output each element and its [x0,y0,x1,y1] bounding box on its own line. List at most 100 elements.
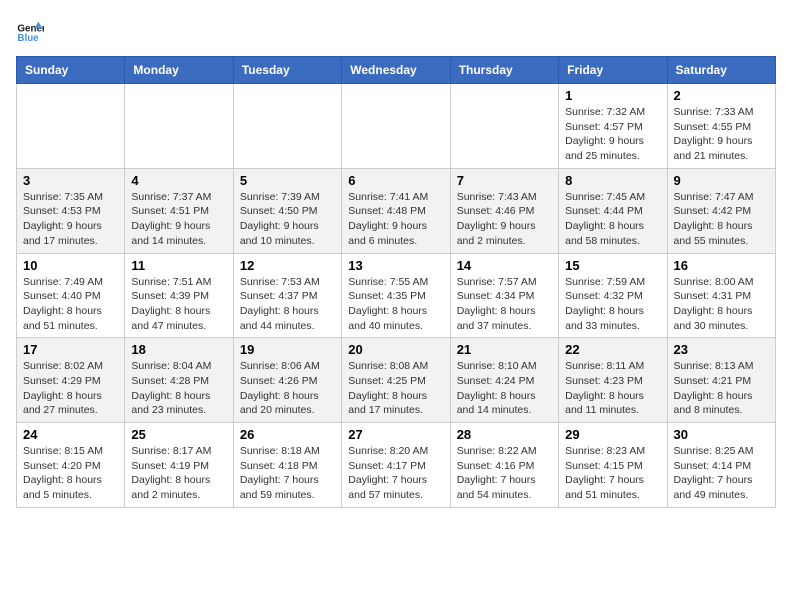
weekday-header-wednesday: Wednesday [342,57,450,84]
calendar-week-1: 1Sunrise: 7:32 AM Sunset: 4:57 PM Daylig… [17,84,776,169]
day-number: 3 [23,173,118,188]
calendar-cell [233,84,341,169]
day-info: Sunrise: 7:51 AM Sunset: 4:39 PM Dayligh… [131,275,226,334]
day-info: Sunrise: 8:02 AM Sunset: 4:29 PM Dayligh… [23,359,118,418]
day-info: Sunrise: 8:15 AM Sunset: 4:20 PM Dayligh… [23,444,118,503]
calendar-cell: 5 Sunrise: 7:39 AM Sunset: 4:50 PM Daylig… [233,168,341,253]
calendar-cell: 2 Sunrise: 7:33 AM Sunset: 4:55 PM Daylig… [667,84,775,169]
weekday-header-tuesday: Tuesday [233,57,341,84]
day-number: 16 [674,258,769,273]
calendar-cell: 19 Sunrise: 8:06 AM Sunset: 4:26 PM Dayli… [233,338,341,423]
calendar-week-2: 3 Sunrise: 7:35 AM Sunset: 4:53 PM Daylig… [17,168,776,253]
day-info: Sunrise: 8:23 AM Sunset: 4:15 PM Dayligh… [565,444,660,503]
day-number: 15 [565,258,660,273]
day-number: 30 [674,427,769,442]
calendar-week-3: 10 Sunrise: 7:49 AM Sunset: 4:40 PM Dayli… [17,253,776,338]
day-info: Sunrise: 8:08 AM Sunset: 4:25 PM Dayligh… [348,359,443,418]
day-info: Sunrise: 7:57 AM Sunset: 4:34 PM Dayligh… [457,275,552,334]
page-header: General Blue [16,16,776,44]
calendar-cell: 16 Sunrise: 8:00 AM Sunset: 4:31 PM Dayli… [667,253,775,338]
calendar-cell: 20 Sunrise: 8:08 AM Sunset: 4:25 PM Dayli… [342,338,450,423]
calendar-week-4: 17Sunrise: 8:02 AM Sunset: 4:29 PM Dayli… [17,338,776,423]
day-info: Sunrise: 8:18 AM Sunset: 4:18 PM Dayligh… [240,444,335,503]
day-info: Sunrise: 8:17 AM Sunset: 4:19 PM Dayligh… [131,444,226,503]
day-number: 2 [674,88,769,103]
weekday-header-friday: Friday [559,57,667,84]
day-number: 11 [131,258,226,273]
calendar-cell [342,84,450,169]
day-number: 7 [457,173,552,188]
day-number: 8 [565,173,660,188]
day-info: Sunrise: 7:33 AM Sunset: 4:55 PM Dayligh… [674,105,769,164]
calendar-cell: 21 Sunrise: 8:10 AM Sunset: 4:24 PM Dayli… [450,338,558,423]
day-number: 13 [348,258,443,273]
calendar-cell: 1Sunrise: 7:32 AM Sunset: 4:57 PM Daylig… [559,84,667,169]
weekday-header-saturday: Saturday [667,57,775,84]
day-info: Sunrise: 7:39 AM Sunset: 4:50 PM Dayligh… [240,190,335,249]
day-info: Sunrise: 8:13 AM Sunset: 4:21 PM Dayligh… [674,359,769,418]
day-info: Sunrise: 7:45 AM Sunset: 4:44 PM Dayligh… [565,190,660,249]
svg-text:Blue: Blue [17,33,39,44]
calendar-cell: 13 Sunrise: 7:55 AM Sunset: 4:35 PM Dayli… [342,253,450,338]
day-number: 23 [674,342,769,357]
calendar-cell: 4 Sunrise: 7:37 AM Sunset: 4:51 PM Daylig… [125,168,233,253]
day-info: Sunrise: 8:00 AM Sunset: 4:31 PM Dayligh… [674,275,769,334]
day-number: 10 [23,258,118,273]
calendar-cell: 22 Sunrise: 8:11 AM Sunset: 4:23 PM Dayli… [559,338,667,423]
calendar-cell [125,84,233,169]
weekday-header-thursday: Thursday [450,57,558,84]
calendar-table: SundayMondayTuesdayWednesdayThursdayFrid… [16,56,776,508]
logo: General Blue [16,16,48,44]
calendar-cell: 25 Sunrise: 8:17 AM Sunset: 4:19 PM Dayli… [125,423,233,508]
day-number: 25 [131,427,226,442]
day-number: 26 [240,427,335,442]
day-info: Sunrise: 8:20 AM Sunset: 4:17 PM Dayligh… [348,444,443,503]
calendar-cell: 10 Sunrise: 7:49 AM Sunset: 4:40 PM Dayli… [17,253,125,338]
day-info: Sunrise: 7:59 AM Sunset: 4:32 PM Dayligh… [565,275,660,334]
day-info: Sunrise: 8:10 AM Sunset: 4:24 PM Dayligh… [457,359,552,418]
calendar-cell: 18 Sunrise: 8:04 AM Sunset: 4:28 PM Dayli… [125,338,233,423]
day-info: Sunrise: 8:06 AM Sunset: 4:26 PM Dayligh… [240,359,335,418]
calendar-cell: 8 Sunrise: 7:45 AM Sunset: 4:44 PM Daylig… [559,168,667,253]
day-number: 19 [240,342,335,357]
calendar-cell: 7 Sunrise: 7:43 AM Sunset: 4:46 PM Daylig… [450,168,558,253]
day-number: 14 [457,258,552,273]
day-number: 6 [348,173,443,188]
calendar-header-row: SundayMondayTuesdayWednesdayThursdayFrid… [17,57,776,84]
day-info: Sunrise: 7:49 AM Sunset: 4:40 PM Dayligh… [23,275,118,334]
calendar-cell: 30 Sunrise: 8:25 AM Sunset: 4:14 PM Dayli… [667,423,775,508]
day-info: Sunrise: 7:47 AM Sunset: 4:42 PM Dayligh… [674,190,769,249]
day-number: 22 [565,342,660,357]
day-number: 12 [240,258,335,273]
weekday-header-monday: Monday [125,57,233,84]
day-info: Sunrise: 8:22 AM Sunset: 4:16 PM Dayligh… [457,444,552,503]
day-number: 24 [23,427,118,442]
day-info: Sunrise: 7:53 AM Sunset: 4:37 PM Dayligh… [240,275,335,334]
calendar-cell: 23 Sunrise: 8:13 AM Sunset: 4:21 PM Dayli… [667,338,775,423]
day-number: 4 [131,173,226,188]
day-number: 28 [457,427,552,442]
day-info: Sunrise: 7:43 AM Sunset: 4:46 PM Dayligh… [457,190,552,249]
day-number: 9 [674,173,769,188]
calendar-week-5: 24 Sunrise: 8:15 AM Sunset: 4:20 PM Dayli… [17,423,776,508]
calendar-cell: 28 Sunrise: 8:22 AM Sunset: 4:16 PM Dayli… [450,423,558,508]
day-number: 5 [240,173,335,188]
day-number: 20 [348,342,443,357]
calendar-cell: 11 Sunrise: 7:51 AM Sunset: 4:39 PM Dayli… [125,253,233,338]
calendar-cell [17,84,125,169]
day-info: Sunrise: 7:55 AM Sunset: 4:35 PM Dayligh… [348,275,443,334]
calendar-cell: 9 Sunrise: 7:47 AM Sunset: 4:42 PM Daylig… [667,168,775,253]
day-info: Sunrise: 7:35 AM Sunset: 4:53 PM Dayligh… [23,190,118,249]
day-number: 1 [565,88,660,103]
day-info: Sunrise: 7:37 AM Sunset: 4:51 PM Dayligh… [131,190,226,249]
calendar-cell: 6Sunrise: 7:41 AM Sunset: 4:48 PM Daylig… [342,168,450,253]
day-info: Sunrise: 8:04 AM Sunset: 4:28 PM Dayligh… [131,359,226,418]
calendar-cell: 29Sunrise: 8:23 AM Sunset: 4:15 PM Dayli… [559,423,667,508]
day-number: 21 [457,342,552,357]
day-info: Sunrise: 8:11 AM Sunset: 4:23 PM Dayligh… [565,359,660,418]
calendar-cell: 17Sunrise: 8:02 AM Sunset: 4:29 PM Dayli… [17,338,125,423]
logo-icon: General Blue [16,16,44,44]
calendar-cell: 24 Sunrise: 8:15 AM Sunset: 4:20 PM Dayli… [17,423,125,508]
day-number: 18 [131,342,226,357]
day-info: Sunrise: 8:25 AM Sunset: 4:14 PM Dayligh… [674,444,769,503]
